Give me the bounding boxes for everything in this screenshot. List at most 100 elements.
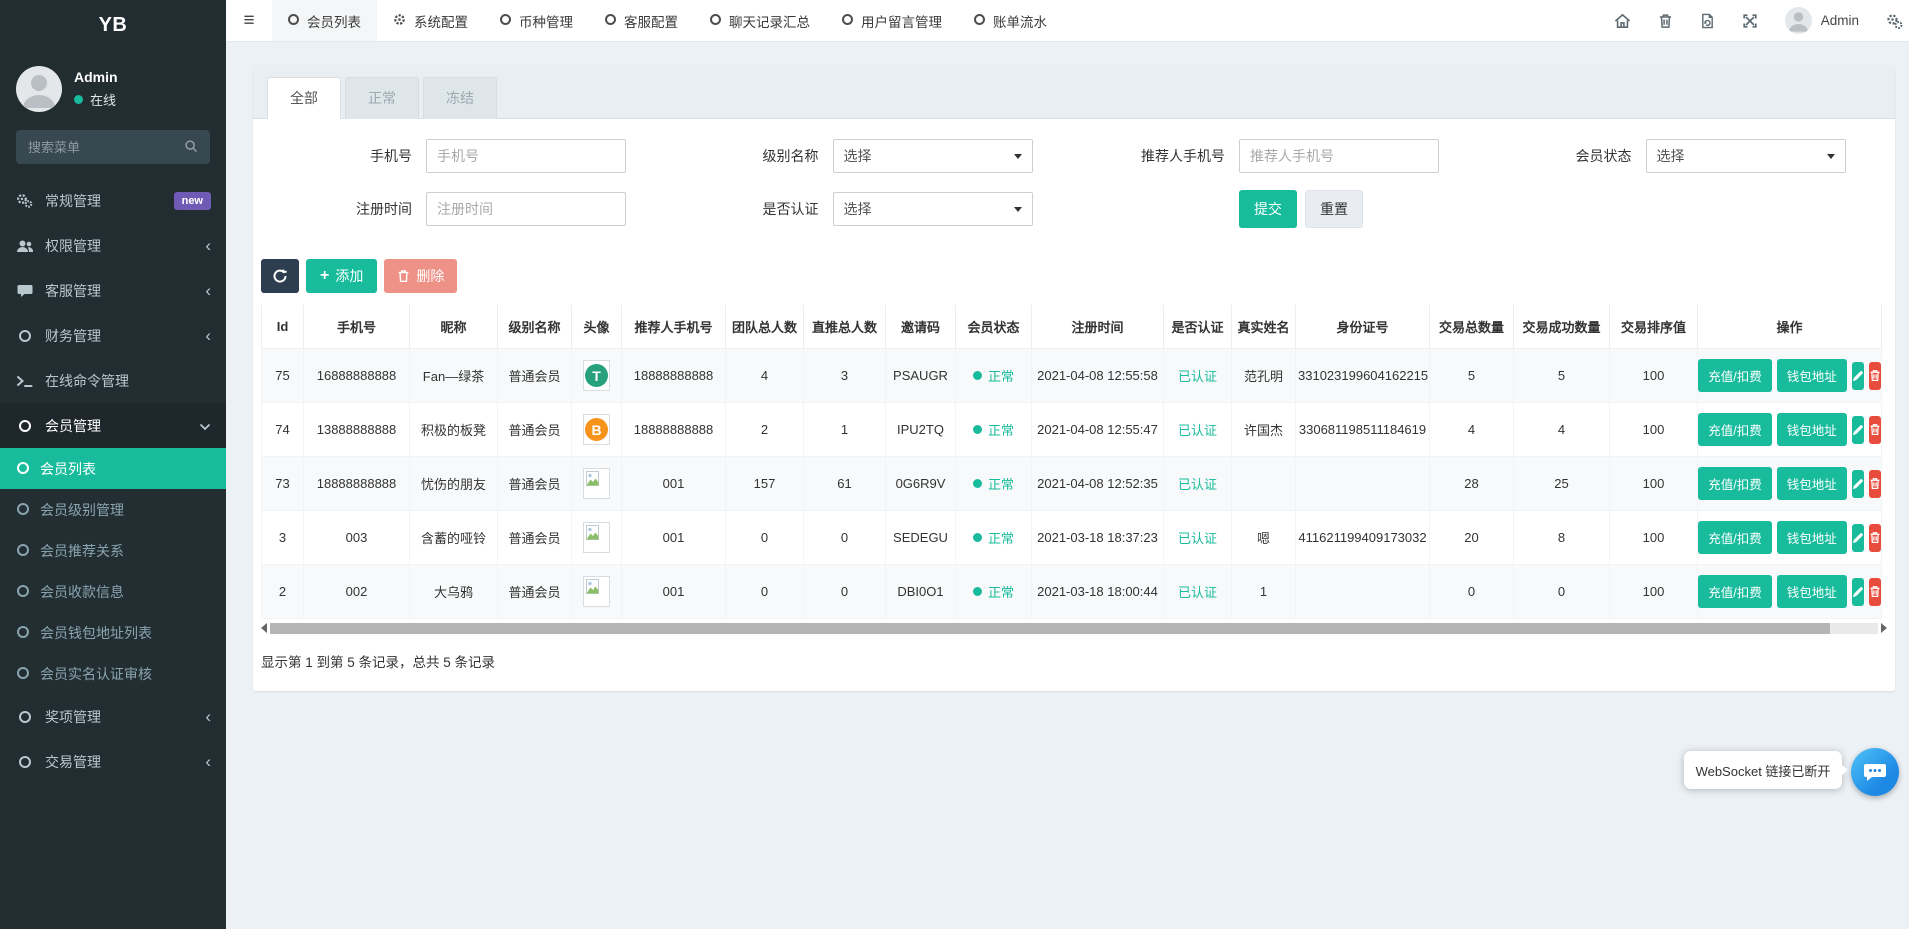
wallet-address-button[interactable]: 钱包地址 [1777,575,1847,608]
sidebar-item-label: 交易管理 [45,752,194,772]
status-label: 在线 [90,90,116,109]
delete-button[interactable]: 删除 [384,259,457,293]
horizontal-scrollbar[interactable] [261,622,1887,634]
table-row: 3003含蓄的哑铃普通会员00100SEDEGU正常2021-03-18 18:… [262,511,1882,565]
bitcoin-avatar-icon: B [585,418,608,441]
delete-row-button[interactable] [1869,524,1881,552]
sidebar-item-award[interactable]: 奖项管理‹ [0,694,226,739]
sidebar-subitem-label: 会员收款信息 [40,582,124,602]
trade-success-cell: 5 [1514,349,1610,403]
clear-cache-icon[interactable] [1700,13,1715,29]
recharge-button[interactable]: 充值/扣费 [1698,467,1771,500]
trash-icon [1869,585,1881,598]
sidebar-subitem-会员列表[interactable]: 会员列表 [0,448,226,489]
edit-button[interactable] [1852,416,1864,444]
trash-icon [1869,369,1881,382]
action-buttons: 充值/扣费钱包地址 [1700,521,1879,554]
delete-row-button[interactable] [1869,362,1881,390]
wallet-address-button[interactable]: 钱包地址 [1777,413,1847,446]
fullscreen-icon[interactable] [1742,13,1758,29]
filter-select-级别名称[interactable]: 选择 [833,139,1033,173]
scroll-right-icon[interactable] [1881,623,1887,633]
add-button[interactable]: + 添加 [306,259,377,293]
sidebar-subitem-会员钱包地址列表[interactable]: 会员钱包地址列表 [0,612,226,653]
settings-icon[interactable] [1886,13,1903,29]
wallet-address-button[interactable]: 钱包地址 [1777,467,1847,500]
nav-tab-会员列表[interactable]: 会员列表 [272,0,377,41]
scrollbar-thumb[interactable] [270,623,1830,634]
status-tab-全部[interactable]: 全部 [267,77,341,119]
trade-total-cell: 20 [1430,511,1514,565]
filter-select-会员状态[interactable]: 选择 [1646,139,1846,173]
edit-button[interactable] [1852,578,1864,606]
wallet-address-button[interactable]: 钱包地址 [1777,521,1847,554]
search-icon[interactable] [184,139,198,156]
chat-widget-button[interactable] [1851,748,1899,796]
recharge-button[interactable]: 充值/扣费 [1698,359,1771,392]
submit-button[interactable]: 提交 [1239,190,1297,228]
member-id-cell: 73 [262,457,304,511]
nav-tab-币种管理[interactable]: 币种管理 [484,0,589,41]
status-cell: 正常 [956,349,1032,403]
filter-group-推荐人手机号: 推荐人手机号 [1074,139,1481,173]
wallet-address-button[interactable]: 钱包地址 [1777,359,1847,392]
edit-button[interactable] [1852,362,1864,390]
trade-success-cell: 25 [1514,457,1610,511]
user-panel: Admin 在线 [0,50,226,124]
refresh-button[interactable] [261,259,299,293]
sidebar-item-label: 会员管理 [45,416,188,436]
sidebar-toggle-icon[interactable]: ≡ [226,0,272,41]
real-name-cell: 1 [1232,565,1296,619]
status-tab-正常[interactable]: 正常 [345,77,419,119]
nav-tab-客服配置[interactable]: 客服配置 [589,0,694,41]
recharge-button[interactable]: 充值/扣费 [1698,521,1771,554]
member-id-cell: 74 [262,403,304,457]
sidebar-subitem-会员实名认证审核[interactable]: 会员实名认证审核 [0,653,226,694]
sidebar-subitem-会员级别管理[interactable]: 会员级别管理 [0,489,226,530]
nav-tab-聊天记录汇总[interactable]: 聊天记录汇总 [694,0,826,41]
recharge-button[interactable]: 充值/扣费 [1698,413,1771,446]
sidebar-item-label: 权限管理 [45,236,194,256]
status-text: 正常 [988,528,1014,547]
nav-tab-账单流水[interactable]: 账单流水 [958,0,1063,41]
menu-search-input[interactable] [28,140,168,155]
comment-icon [15,284,34,298]
sidebar-subitem-会员推荐关系[interactable]: 会员推荐关系 [0,530,226,571]
recharge-button[interactable]: 充值/扣费 [1698,575,1771,608]
filter-select-是否认证[interactable]: 选择 [833,192,1033,226]
column-header-交易成功数量: 交易成功数量 [1514,305,1610,349]
edit-button[interactable] [1852,524,1864,552]
sidebar-item-online-command[interactable]: 在线命令管理 [0,358,226,403]
level-cell: 普通会员 [498,457,572,511]
member-id-cell: 3 [262,511,304,565]
scrollbar-track[interactable] [270,623,1878,634]
filter-input-推荐人手机号[interactable] [1239,139,1439,173]
sidebar-item-finance[interactable]: 财务管理‹ [0,313,226,358]
member-table: Id手机号昵称级别名称头像推荐人手机号团队总人数直推总人数邀请码会员状态注册时间… [261,305,1882,619]
level-cell: 普通会员 [498,403,572,457]
sidebar-subitem-会员收款信息[interactable]: 会员收款信息 [0,571,226,612]
nav-tab-用户留言管理[interactable]: 用户留言管理 [826,0,958,41]
delete-row-button[interactable] [1869,470,1881,498]
broken-image-icon [584,469,609,498]
filter-input-手机号[interactable] [426,139,626,173]
sidebar-item-general[interactable]: 常规管理new [0,178,226,223]
sidebar-item-permission[interactable]: 权限管理‹ [0,223,226,268]
sidebar-item-member[interactable]: 会员管理 [0,403,226,448]
trash-icon[interactable] [1658,13,1673,29]
delete-row-button[interactable] [1869,416,1881,444]
status-tab-冻结[interactable]: 冻结 [423,77,497,119]
reset-button[interactable]: 重置 [1305,190,1363,228]
home-icon[interactable] [1614,13,1631,29]
scroll-left-icon[interactable] [261,623,267,633]
topnav-user[interactable]: Admin [1785,7,1859,34]
filter-input-注册时间[interactable] [426,192,626,226]
table-row: 7413888888888积极的板凳普通会员B1888888888821IPU2… [262,403,1882,457]
sidebar-item-trade[interactable]: 交易管理‹ [0,739,226,784]
nav-tab-系统配置[interactable]: 系统配置 [377,0,484,41]
websocket-tooltip: WebSocket 链接已断开 [1684,751,1842,789]
sidebar-item-service[interactable]: 客服管理‹ [0,268,226,313]
edit-button[interactable] [1852,470,1864,498]
delete-row-button[interactable] [1869,578,1881,606]
sidebar-search[interactable] [16,130,210,164]
